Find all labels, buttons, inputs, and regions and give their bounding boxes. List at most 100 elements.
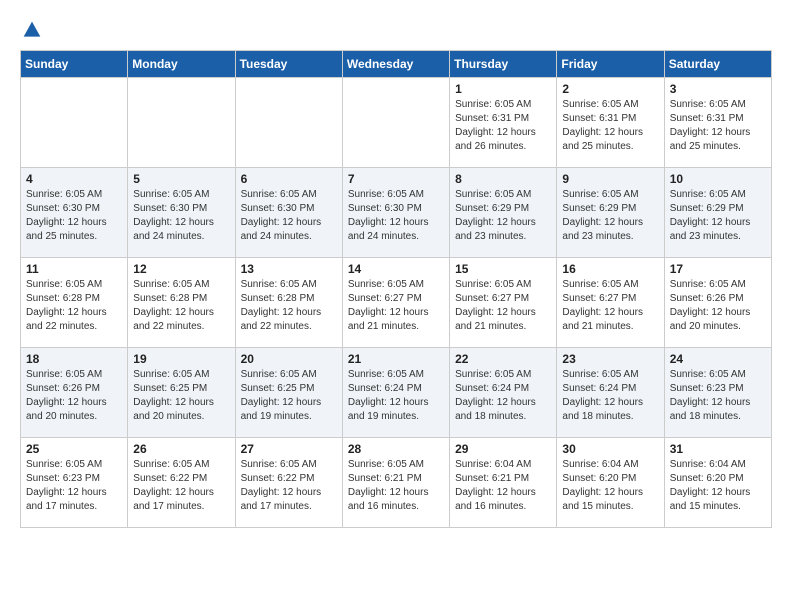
day-cell: 11 Sunrise: 6:05 AM Sunset: 6:28 PM Dayli… bbox=[21, 258, 128, 348]
day-cell: 12 Sunrise: 6:05 AM Sunset: 6:28 PM Dayli… bbox=[128, 258, 235, 348]
day-detail: Sunrise: 6:05 AM Sunset: 6:31 PM Dayligh… bbox=[455, 98, 551, 154]
day-cell: 27 Sunrise: 6:05 AM Sunset: 6:22 PM Dayli… bbox=[235, 438, 342, 528]
day-detail: Sunrise: 6:05 AM Sunset: 6:30 PM Dayligh… bbox=[26, 188, 122, 244]
day-number: 27 bbox=[241, 442, 337, 456]
day-number: 31 bbox=[670, 442, 766, 456]
day-detail: Sunrise: 6:05 AM Sunset: 6:29 PM Dayligh… bbox=[455, 188, 551, 244]
day-cell bbox=[342, 78, 449, 168]
day-number: 3 bbox=[670, 82, 766, 96]
day-detail: Sunrise: 6:05 AM Sunset: 6:24 PM Dayligh… bbox=[562, 368, 658, 424]
header-cell-sunday: Sunday bbox=[21, 51, 128, 78]
header-cell-friday: Friday bbox=[557, 51, 664, 78]
day-detail: Sunrise: 6:05 AM Sunset: 6:28 PM Dayligh… bbox=[133, 278, 229, 334]
day-detail: Sunrise: 6:05 AM Sunset: 6:27 PM Dayligh… bbox=[455, 278, 551, 334]
day-number: 9 bbox=[562, 172, 658, 186]
day-detail: Sunrise: 6:05 AM Sunset: 6:22 PM Dayligh… bbox=[133, 458, 229, 514]
header-cell-monday: Monday bbox=[128, 51, 235, 78]
day-detail: Sunrise: 6:05 AM Sunset: 6:26 PM Dayligh… bbox=[26, 368, 122, 424]
logo bbox=[20, 20, 42, 40]
logo-icon bbox=[22, 20, 42, 40]
day-number: 16 bbox=[562, 262, 658, 276]
day-number: 21 bbox=[348, 352, 444, 366]
day-cell: 28Sunrise: 6:05 AM Sunset: 6:21 PM Dayli… bbox=[342, 438, 449, 528]
week-row-1: 1Sunrise: 6:05 AM Sunset: 6:31 PM Daylig… bbox=[21, 78, 772, 168]
day-number: 14 bbox=[348, 262, 444, 276]
header-cell-tuesday: Tuesday bbox=[235, 51, 342, 78]
day-number: 22 bbox=[455, 352, 551, 366]
day-cell: 25 Sunrise: 6:05 AM Sunset: 6:23 PM Dayli… bbox=[21, 438, 128, 528]
week-row-5: 25 Sunrise: 6:05 AM Sunset: 6:23 PM Dayli… bbox=[21, 438, 772, 528]
day-cell: 6 Sunrise: 6:05 AM Sunset: 6:30 PM Daylig… bbox=[235, 168, 342, 258]
day-cell: 16 Sunrise: 6:05 AM Sunset: 6:27 PM Dayli… bbox=[557, 258, 664, 348]
day-detail: Sunrise: 6:05 AM Sunset: 6:27 PM Dayligh… bbox=[562, 278, 658, 334]
day-detail: Sunrise: 6:05 AM Sunset: 6:31 PM Dayligh… bbox=[562, 98, 658, 154]
day-detail: Sunrise: 6:05 AM Sunset: 6:25 PM Dayligh… bbox=[241, 368, 337, 424]
day-number: 26 bbox=[133, 442, 229, 456]
day-cell: 20 Sunrise: 6:05 AM Sunset: 6:25 PM Dayli… bbox=[235, 348, 342, 438]
day-detail: Sunrise: 6:05 AM Sunset: 6:30 PM Dayligh… bbox=[348, 188, 444, 244]
day-cell bbox=[128, 78, 235, 168]
day-detail: Sunrise: 6:05 AM Sunset: 6:31 PM Dayligh… bbox=[670, 98, 766, 154]
day-cell: 22 Sunrise: 6:05 AM Sunset: 6:24 PM Dayli… bbox=[450, 348, 557, 438]
day-cell: 30Sunrise: 6:04 AM Sunset: 6:20 PM Dayli… bbox=[557, 438, 664, 528]
day-detail: Sunrise: 6:05 AM Sunset: 6:27 PM Dayligh… bbox=[348, 278, 444, 334]
day-number: 13 bbox=[241, 262, 337, 276]
day-detail: Sunrise: 6:05 AM Sunset: 6:24 PM Dayligh… bbox=[348, 368, 444, 424]
day-cell: 2 Sunrise: 6:05 AM Sunset: 6:31 PM Daylig… bbox=[557, 78, 664, 168]
day-detail: Sunrise: 6:05 AM Sunset: 6:30 PM Dayligh… bbox=[133, 188, 229, 244]
day-cell: 10 Sunrise: 6:05 AM Sunset: 6:29 PM Dayli… bbox=[664, 168, 771, 258]
calendar-table: SundayMondayTuesdayWednesdayThursdayFrid… bbox=[20, 50, 772, 528]
day-cell: 7 Sunrise: 6:05 AM Sunset: 6:30 PM Daylig… bbox=[342, 168, 449, 258]
day-number: 23 bbox=[562, 352, 658, 366]
day-detail: Sunrise: 6:05 AM Sunset: 6:21 PM Dayligh… bbox=[348, 458, 444, 514]
day-cell: 31 Sunrise: 6:04 AM Sunset: 6:20 PM Dayli… bbox=[664, 438, 771, 528]
day-cell: 29Sunrise: 6:04 AM Sunset: 6:21 PM Dayli… bbox=[450, 438, 557, 528]
day-detail: Sunrise: 6:05 AM Sunset: 6:24 PM Dayligh… bbox=[455, 368, 551, 424]
day-number: 17 bbox=[670, 262, 766, 276]
day-number: 20 bbox=[241, 352, 337, 366]
day-cell: 5 Sunrise: 6:05 AM Sunset: 6:30 PM Daylig… bbox=[128, 168, 235, 258]
day-number: 7 bbox=[348, 172, 444, 186]
day-number: 8 bbox=[455, 172, 551, 186]
day-cell: 17Sunrise: 6:05 AM Sunset: 6:26 PM Dayli… bbox=[664, 258, 771, 348]
day-number: 15 bbox=[455, 262, 551, 276]
day-number: 19 bbox=[133, 352, 229, 366]
day-detail: Sunrise: 6:05 AM Sunset: 6:23 PM Dayligh… bbox=[670, 368, 766, 424]
day-cell: 23 Sunrise: 6:05 AM Sunset: 6:24 PM Dayli… bbox=[557, 348, 664, 438]
header-row: SundayMondayTuesdayWednesdayThursdayFrid… bbox=[21, 51, 772, 78]
day-cell: 1Sunrise: 6:05 AM Sunset: 6:31 PM Daylig… bbox=[450, 78, 557, 168]
day-detail: Sunrise: 6:05 AM Sunset: 6:29 PM Dayligh… bbox=[670, 188, 766, 244]
day-number: 4 bbox=[26, 172, 122, 186]
day-cell: 26 Sunrise: 6:05 AM Sunset: 6:22 PM Dayli… bbox=[128, 438, 235, 528]
day-detail: Sunrise: 6:05 AM Sunset: 6:29 PM Dayligh… bbox=[562, 188, 658, 244]
day-detail: Sunrise: 6:04 AM Sunset: 6:20 PM Dayligh… bbox=[670, 458, 766, 514]
header-cell-wednesday: Wednesday bbox=[342, 51, 449, 78]
calendar-header: SundayMondayTuesdayWednesdayThursdayFrid… bbox=[21, 51, 772, 78]
day-number: 24 bbox=[670, 352, 766, 366]
header-cell-saturday: Saturday bbox=[664, 51, 771, 78]
day-number: 5 bbox=[133, 172, 229, 186]
week-row-3: 11 Sunrise: 6:05 AM Sunset: 6:28 PM Dayli… bbox=[21, 258, 772, 348]
day-cell: 4 Sunrise: 6:05 AM Sunset: 6:30 PM Daylig… bbox=[21, 168, 128, 258]
day-detail: Sunrise: 6:05 AM Sunset: 6:22 PM Dayligh… bbox=[241, 458, 337, 514]
day-cell: 24 Sunrise: 6:05 AM Sunset: 6:23 PM Dayli… bbox=[664, 348, 771, 438]
day-number: 11 bbox=[26, 262, 122, 276]
day-cell: 8 Sunrise: 6:05 AM Sunset: 6:29 PM Daylig… bbox=[450, 168, 557, 258]
day-number: 10 bbox=[670, 172, 766, 186]
day-detail: Sunrise: 6:05 AM Sunset: 6:30 PM Dayligh… bbox=[241, 188, 337, 244]
day-detail: Sunrise: 6:04 AM Sunset: 6:20 PM Dayligh… bbox=[562, 458, 658, 514]
header-cell-thursday: Thursday bbox=[450, 51, 557, 78]
week-row-2: 4 Sunrise: 6:05 AM Sunset: 6:30 PM Daylig… bbox=[21, 168, 772, 258]
day-detail: Sunrise: 6:05 AM Sunset: 6:28 PM Dayligh… bbox=[26, 278, 122, 334]
day-number: 25 bbox=[26, 442, 122, 456]
day-cell: 13 Sunrise: 6:05 AM Sunset: 6:28 PM Dayli… bbox=[235, 258, 342, 348]
day-cell: 21 Sunrise: 6:05 AM Sunset: 6:24 PM Dayli… bbox=[342, 348, 449, 438]
day-number: 29 bbox=[455, 442, 551, 456]
day-cell: 3 Sunrise: 6:05 AM Sunset: 6:31 PM Daylig… bbox=[664, 78, 771, 168]
day-cell: 15 Sunrise: 6:05 AM Sunset: 6:27 PM Dayli… bbox=[450, 258, 557, 348]
day-detail: Sunrise: 6:05 AM Sunset: 6:23 PM Dayligh… bbox=[26, 458, 122, 514]
day-number: 2 bbox=[562, 82, 658, 96]
day-detail: Sunrise: 6:05 AM Sunset: 6:28 PM Dayligh… bbox=[241, 278, 337, 334]
day-number: 12 bbox=[133, 262, 229, 276]
day-number: 6 bbox=[241, 172, 337, 186]
